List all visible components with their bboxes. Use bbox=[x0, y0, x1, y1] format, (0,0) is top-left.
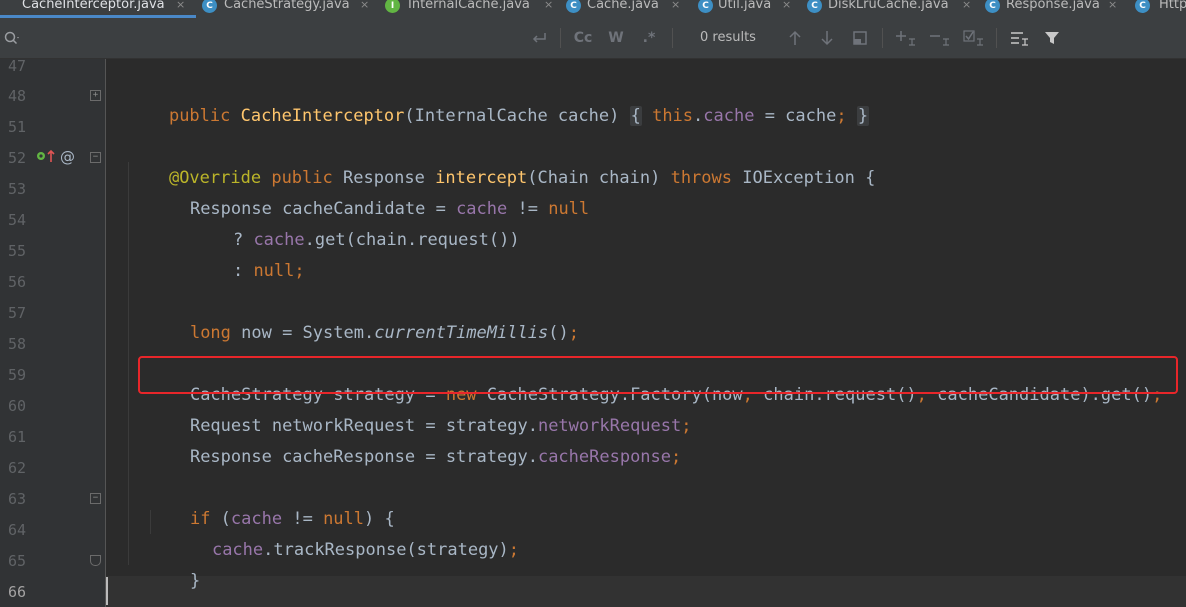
filter-icon[interactable] bbox=[1042, 28, 1062, 48]
class-icon: C bbox=[807, 0, 822, 13]
close-icon[interactable]: × bbox=[176, 0, 185, 13]
fold-collapsed-icon[interactable]: + bbox=[90, 90, 101, 101]
line-number: 62 bbox=[8, 459, 27, 477]
line-number: 57 bbox=[8, 304, 27, 322]
tab-label: DiskLruCache.java bbox=[828, 0, 949, 12]
search-icon[interactable] bbox=[2, 28, 22, 48]
find-results-count: 0 results bbox=[700, 30, 756, 45]
class-icon: C bbox=[1135, 0, 1150, 13]
tab-label: Http bbox=[1159, 0, 1186, 12]
line-number: 47 bbox=[8, 57, 27, 75]
line-number: 63 bbox=[8, 490, 27, 508]
code-line-57: long now = System.currentTimeMillis(); bbox=[189, 323, 579, 343]
code-editor[interactable]: 47 48 51 52 53 54 55 56 57 58 59 60 61 6… bbox=[0, 57, 1186, 607]
code-line-64: cache.trackResponse(strategy); bbox=[211, 540, 520, 560]
close-icon[interactable]: × bbox=[360, 0, 369, 13]
line-number: 51 bbox=[8, 118, 27, 136]
close-icon[interactable]: × bbox=[671, 0, 680, 13]
toolbar-separator bbox=[672, 28, 673, 48]
arrow-up-icon[interactable] bbox=[786, 28, 804, 48]
find-toolbar: Cc W .* 0 results bbox=[0, 18, 1186, 59]
multiline-icon[interactable] bbox=[1008, 28, 1030, 48]
text-caret bbox=[106, 577, 108, 605]
line-number: 56 bbox=[8, 273, 27, 291]
line-number: 55 bbox=[8, 242, 27, 260]
code-line-61: Response cacheResponse = strategy.cacheR… bbox=[189, 447, 682, 467]
interface-icon: I bbox=[385, 0, 400, 13]
highlight-annotation-box bbox=[138, 356, 1178, 394]
line-number: 48 bbox=[8, 87, 27, 105]
tab-label: Cache.java bbox=[587, 0, 659, 12]
code-line-48: public CacheInterceptor(InternalCache ca… bbox=[168, 106, 870, 126]
close-icon[interactable]: × bbox=[544, 0, 553, 13]
close-icon[interactable]: × bbox=[782, 0, 791, 13]
tab-internalcache[interactable]: I InternalCache.java × bbox=[382, 0, 560, 18]
tab-cachestrategy[interactable]: C CacheStrategy.java × bbox=[198, 0, 378, 18]
line-number: 65 bbox=[8, 552, 27, 570]
class-icon: C bbox=[566, 0, 581, 13]
words-icon[interactable]: W bbox=[606, 28, 626, 48]
gutter-divider bbox=[105, 59, 106, 607]
tab-label: Response.java bbox=[1006, 0, 1100, 12]
remove-occurrence-icon[interactable] bbox=[928, 28, 952, 48]
code-line-65: } bbox=[189, 571, 201, 591]
tab-disklrucache[interactable]: C DiskLruCache.java × bbox=[804, 0, 980, 18]
close-icon[interactable]: × bbox=[1108, 0, 1117, 13]
toolbar-separator bbox=[560, 28, 561, 48]
arrow-up-icon[interactable] bbox=[46, 149, 56, 167]
regex-icon[interactable]: .* bbox=[640, 28, 658, 48]
current-line-highlight bbox=[106, 576, 1186, 607]
select-all-occurrences-icon[interactable] bbox=[962, 28, 986, 48]
line-number: 61 bbox=[8, 428, 27, 446]
tab-label: Util.java bbox=[718, 0, 772, 12]
new-line-icon[interactable] bbox=[530, 28, 550, 48]
line-number: 66 bbox=[8, 583, 27, 601]
indent-guide bbox=[128, 162, 129, 565]
tab-response[interactable]: C Response.java × bbox=[982, 0, 1132, 18]
tab-label: InternalCache.java bbox=[408, 0, 530, 12]
class-icon: C bbox=[698, 0, 713, 13]
match-case-icon[interactable]: Cc bbox=[572, 28, 594, 48]
at-sign-icon[interactable]: @ bbox=[60, 148, 75, 166]
line-number: 52 bbox=[8, 149, 27, 167]
tab-label: CacheStrategy.java bbox=[224, 0, 350, 12]
editor-tab-bar: CacheInterceptor.java × C CacheStrategy.… bbox=[0, 0, 1186, 18]
class-icon: C bbox=[202, 0, 217, 13]
open-in-window-icon[interactable] bbox=[850, 28, 870, 48]
line-number: 60 bbox=[8, 397, 27, 415]
add-occurrence-icon[interactable] bbox=[894, 28, 918, 48]
tab-cacheinterceptor[interactable]: CacheInterceptor.java × bbox=[0, 0, 196, 18]
close-icon[interactable]: × bbox=[962, 0, 971, 13]
line-number: 59 bbox=[8, 366, 27, 384]
class-icon: C bbox=[985, 0, 1000, 13]
tab-http[interactable]: C Http bbox=[1135, 0, 1186, 18]
toolbar-separator bbox=[996, 28, 997, 48]
tab-cache[interactable]: C Cache.java × bbox=[563, 0, 693, 18]
fold-end-icon[interactable] bbox=[90, 555, 101, 566]
fold-open-icon[interactable]: − bbox=[90, 152, 101, 163]
line-number: 58 bbox=[8, 335, 27, 353]
code-line-55: : null; bbox=[232, 261, 305, 281]
toolbar-separator bbox=[882, 28, 883, 48]
line-number: 53 bbox=[8, 180, 27, 198]
fold-open-icon[interactable]: − bbox=[90, 493, 101, 504]
line-number: 64 bbox=[8, 521, 27, 539]
line-number: 54 bbox=[8, 211, 27, 229]
arrow-down-icon[interactable] bbox=[818, 28, 836, 48]
tab-label: CacheInterceptor.java bbox=[22, 0, 165, 12]
tab-util[interactable]: C Util.java × bbox=[694, 0, 804, 18]
